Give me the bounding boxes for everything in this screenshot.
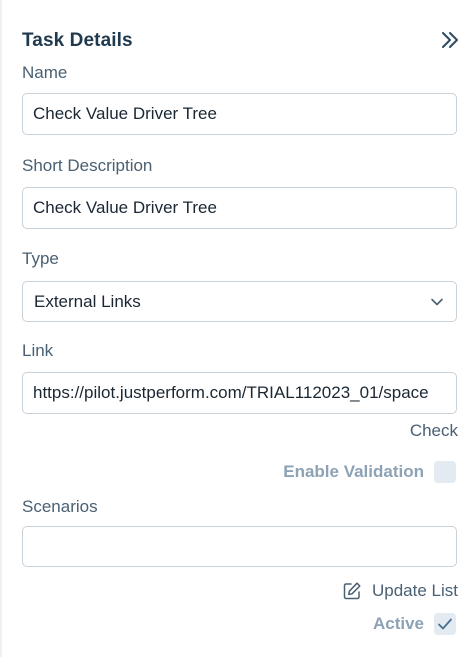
scenarios-input[interactable] bbox=[23, 527, 456, 566]
panel-header: Task Details bbox=[22, 30, 462, 54]
enable-validation-label: Enable Validation bbox=[283, 462, 424, 481]
update-list-row: Update List bbox=[342, 581, 458, 601]
short-description-input[interactable] bbox=[23, 188, 456, 228]
active-checkbox[interactable] bbox=[434, 613, 456, 635]
panel-title: Task Details bbox=[22, 30, 133, 51]
type-label: Type bbox=[22, 249, 59, 268]
double-chevron-right-icon bbox=[442, 32, 458, 48]
name-label: Name bbox=[22, 63, 68, 82]
link-field[interactable] bbox=[22, 372, 457, 414]
link-input[interactable] bbox=[23, 373, 456, 413]
collapse-panel-button[interactable] bbox=[438, 28, 462, 52]
update-list-label: Update List bbox=[372, 581, 458, 600]
panel-left-border bbox=[0, 0, 2, 657]
enable-validation-checkbox[interactable] bbox=[434, 461, 456, 483]
type-select[interactable]: External Links bbox=[22, 281, 457, 322]
active-label: Active bbox=[372, 614, 424, 633]
scenarios-field[interactable] bbox=[22, 526, 457, 567]
link-label: Link bbox=[22, 341, 54, 360]
edit-icon bbox=[343, 582, 361, 600]
chevron-down-icon bbox=[431, 298, 443, 305]
enable-validation-row: Enable Validation bbox=[283, 461, 456, 483]
update-list-button[interactable]: Update List bbox=[342, 581, 458, 601]
short-description-label: Short Description bbox=[22, 156, 153, 175]
type-selected-value: External Links bbox=[34, 291, 141, 311]
name-field[interactable] bbox=[22, 93, 457, 135]
check-link-button[interactable]: Check bbox=[410, 421, 458, 441]
short-description-field[interactable] bbox=[22, 187, 457, 229]
name-input[interactable] bbox=[23, 94, 456, 134]
checkmark-icon bbox=[438, 618, 452, 630]
scenarios-label: Scenarios bbox=[22, 497, 98, 516]
active-row: Active bbox=[373, 613, 456, 635]
